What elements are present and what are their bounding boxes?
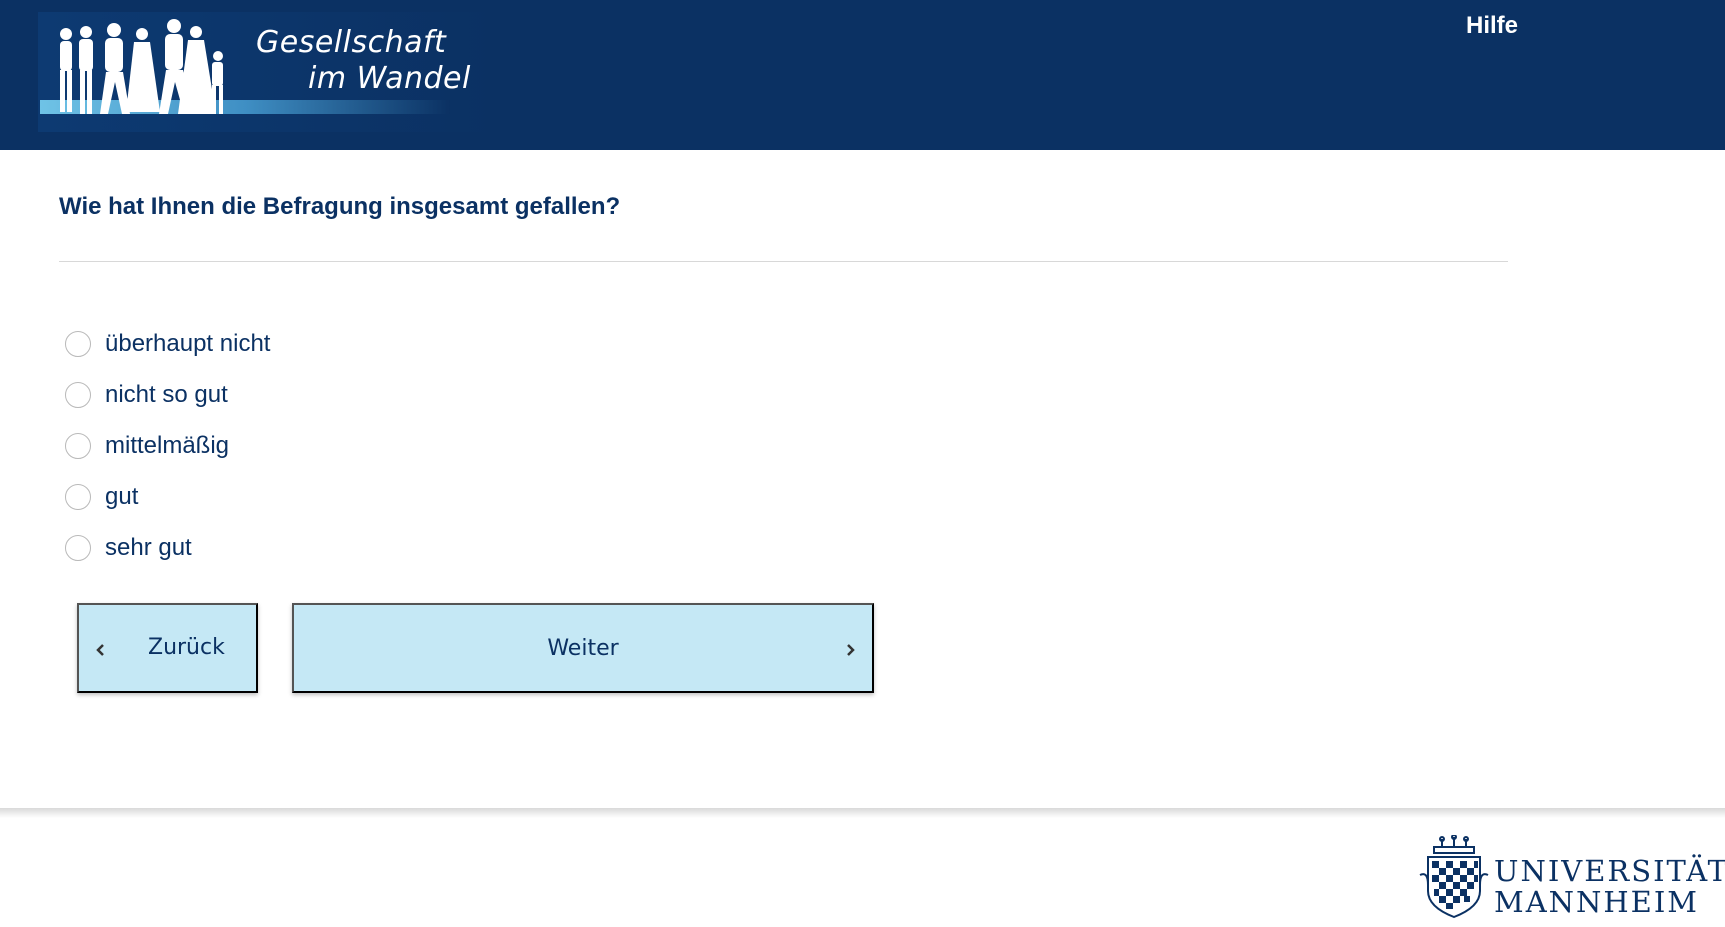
- back-button[interactable]: Zurück: [77, 603, 258, 693]
- radio-button[interactable]: [65, 381, 91, 408]
- university-name: UNIVERSITÄT MANNHEIM: [1494, 856, 1725, 918]
- question-title: Wie hat Ihnen die Befragung insgesamt ge…: [59, 193, 621, 220]
- option-nicht-so-gut[interactable]: nicht so gut: [65, 369, 270, 420]
- option-sehr-gut[interactable]: sehr gut: [65, 522, 270, 573]
- radio-button[interactable]: [65, 534, 91, 561]
- option-label: nicht so gut: [105, 380, 228, 408]
- option-label: gut: [105, 482, 139, 510]
- next-button-label: Weiter: [547, 635, 619, 661]
- footer-divider: [0, 808, 1725, 818]
- back-button-label: Zurück: [148, 635, 225, 660]
- gesellschaft-im-wandel-logo: Gesellschaft im Wandel: [38, 12, 493, 132]
- logo-text: Gesellschaft im Wandel: [256, 25, 471, 97]
- radio-button[interactable]: [65, 483, 91, 510]
- option-ueberhaupt-nicht[interactable]: überhaupt nicht: [65, 318, 270, 369]
- help-link[interactable]: Hilfe: [1466, 12, 1518, 40]
- radio-button[interactable]: [65, 432, 91, 459]
- logo-line-2: im Wandel: [308, 61, 471, 96]
- chevron-right-icon: [847, 644, 855, 656]
- logo-line-1: Gesellschaft: [256, 25, 447, 60]
- chevron-left-icon: [96, 644, 104, 656]
- next-button[interactable]: Weiter: [292, 603, 874, 693]
- option-label: mittelmäßig: [105, 431, 230, 459]
- divider: [59, 261, 1508, 262]
- university-crest-icon: [1419, 834, 1489, 919]
- option-label: überhaupt nicht: [105, 329, 271, 357]
- option-gut[interactable]: gut: [65, 471, 270, 522]
- site-header: Gesellschaft im Wandel Hilfe: [0, 0, 1725, 150]
- university-name-line-1: UNIVERSITÄT: [1494, 854, 1725, 888]
- option-mittelmaessig[interactable]: mittelmäßig: [65, 420, 270, 471]
- option-label: sehr gut: [105, 533, 192, 561]
- radio-button[interactable]: [65, 330, 91, 357]
- university-name-line-2: MANNHEIM: [1494, 885, 1699, 919]
- answer-options: überhaupt nicht nicht so gut mittelmäßig…: [65, 318, 270, 573]
